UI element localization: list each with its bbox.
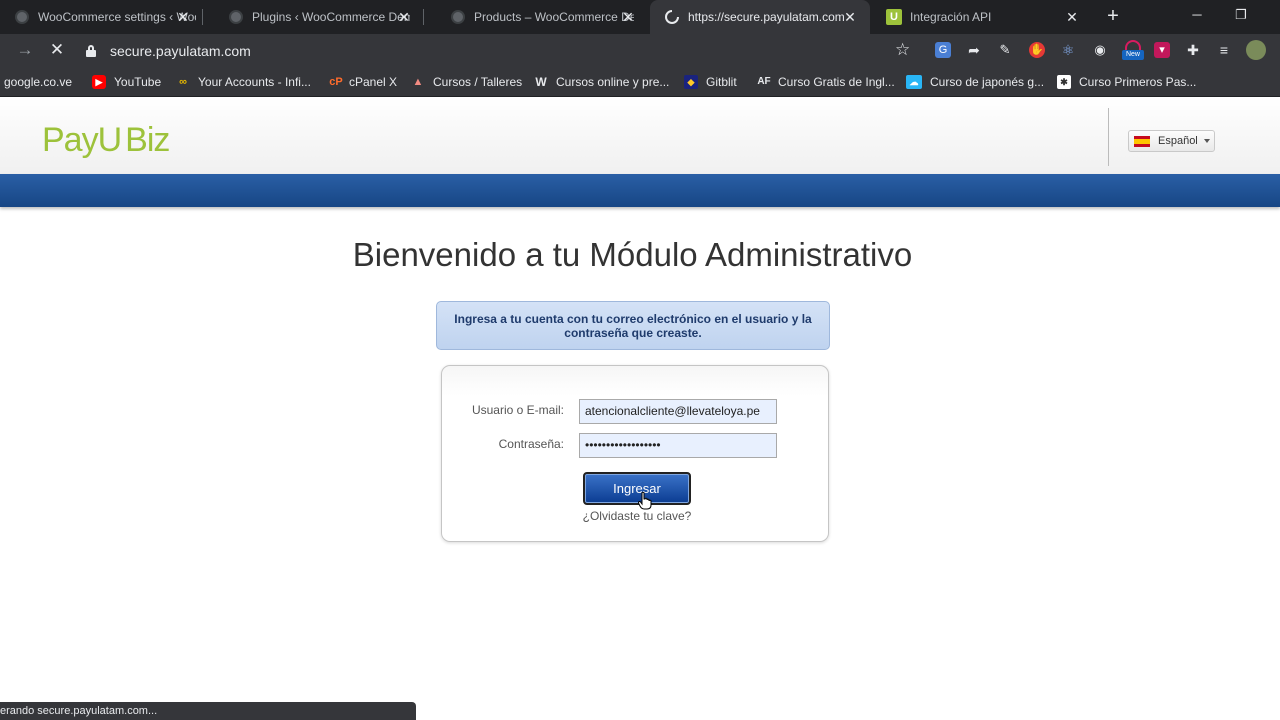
new-badge: New bbox=[1122, 50, 1144, 60]
bookmark-curso-japones[interactable]: ☁ Curso de japonés g... bbox=[906, 73, 1044, 91]
bookmarks-bar: google.co.ve ▶ YouTube ∞ Your Accounts -… bbox=[0, 67, 1280, 97]
hand-extension-icon[interactable]: ✋ bbox=[1029, 42, 1045, 58]
bookmark-label: Your Accounts - Infi... bbox=[198, 75, 311, 89]
puzzle-extensions-icon[interactable]: ✚ bbox=[1185, 42, 1201, 58]
gitblit-icon: ◆ bbox=[684, 75, 698, 89]
infinity-icon: ∞ bbox=[179, 76, 187, 88]
navigation-bar bbox=[0, 174, 1280, 207]
bookmark-label: cPanel X bbox=[349, 75, 398, 89]
info-message: Ingresa a tu cuenta con tu correo electr… bbox=[436, 301, 830, 350]
bookmark-label: YouTube bbox=[114, 75, 162, 89]
wordpress-icon bbox=[228, 9, 244, 25]
af-icon: AF bbox=[757, 76, 771, 87]
chevron-down-icon bbox=[1204, 139, 1210, 143]
bookmark-cpanel[interactable]: cP cPanel X bbox=[327, 73, 397, 91]
pen-extension-icon[interactable]: ✎ bbox=[997, 42, 1013, 58]
browser-tab-strip: WooCommerce settings ‹ Woo ✕ Plugins ‹ W… bbox=[0, 0, 1280, 34]
close-icon[interactable]: ✕ bbox=[175, 9, 191, 25]
header-divider bbox=[1108, 108, 1109, 166]
tab-title: Plugins ‹ WooCommerce Demo bbox=[252, 10, 410, 24]
wordpress-icon bbox=[450, 9, 466, 25]
address-bar[interactable]: secure.payulatam.com bbox=[86, 39, 926, 63]
bookmark-label: Gitblit bbox=[706, 75, 737, 89]
bookmark-label: Cursos / Talleres bbox=[433, 75, 523, 89]
bookmark-label: Curso de japonés g... bbox=[930, 75, 1045, 89]
cloud-icon: ☁ bbox=[906, 75, 922, 89]
stop-loading-icon[interactable]: ✕ bbox=[46, 39, 68, 61]
tab-title: WooCommerce settings ‹ Woo bbox=[38, 10, 196, 24]
tab-payulatam[interactable]: https://secure.payulatam.com ✕ bbox=[650, 0, 870, 34]
page-title: Bienvenido a tu Módulo Administrativo bbox=[352, 236, 913, 273]
payu-biz-logo[interactable]: PayU Biz bbox=[42, 110, 170, 160]
tab-title: https://secure.payulatam.com bbox=[688, 10, 845, 24]
bookmark-your-accounts[interactable]: ∞ Your Accounts - Infi... bbox=[176, 73, 311, 91]
bookmark-curso-primeros[interactable]: ✱ Curso Primeros Pas... bbox=[1057, 73, 1196, 91]
tab-products[interactable]: Products – WooCommerce Dem ✕ bbox=[436, 0, 648, 34]
password-field[interactable]: •••••••••••••••••• bbox=[579, 433, 777, 458]
close-icon[interactable]: ✕ bbox=[620, 9, 636, 25]
spain-flag-icon bbox=[1134, 135, 1150, 147]
tab-title: Products – WooCommerce Dem bbox=[474, 10, 634, 24]
restore-button[interactable]: ❐ bbox=[1226, 4, 1256, 26]
profile-avatar[interactable] bbox=[1246, 40, 1266, 60]
loading-spinner-icon bbox=[664, 9, 680, 25]
new-tab-button[interactable]: + bbox=[1102, 5, 1124, 27]
page-content: PayU Biz Español Bienvenido a tu Módulo … bbox=[0, 98, 1280, 720]
bookmark-cursos-talleres[interactable]: ▲ Cursos / Talleres bbox=[411, 73, 523, 91]
close-icon[interactable]: ✕ bbox=[1064, 9, 1080, 25]
reading-list-icon[interactable]: ≡ bbox=[1216, 42, 1232, 58]
minimize-button[interactable]: ─ bbox=[1182, 4, 1212, 26]
bookmark-label: Curso Primeros Pas... bbox=[1079, 75, 1197, 89]
bookmark-label: Curso Gratis de Ingl... bbox=[778, 75, 895, 89]
cpanel-icon: cP bbox=[329, 76, 343, 88]
login-button[interactable]: Ingresar bbox=[583, 472, 691, 505]
translate-extension-icon[interactable]: G bbox=[935, 42, 951, 58]
language-label: Español bbox=[1158, 135, 1198, 147]
new-badge-extension-icon[interactable]: New bbox=[1122, 40, 1144, 60]
bookmark-label: Cursos online y pre... bbox=[556, 75, 670, 89]
payu-favicon-icon: U bbox=[886, 9, 902, 25]
browser-toolbar: → ✕ secure.payulatam.com ☆ G ➦ ✎ ✋ ⚛ ◉ N… bbox=[0, 34, 1280, 67]
camera-extension-icon[interactable]: ◉ bbox=[1092, 42, 1108, 58]
bookmark-curso-ingles[interactable]: AF Curso Gratis de Ingl... bbox=[756, 73, 895, 91]
password-label: Contraseña: bbox=[498, 437, 564, 451]
status-bar: erando secure.payulatam.com... bbox=[0, 702, 416, 720]
gear-icon: ✱ bbox=[1057, 75, 1071, 89]
youtube-icon: ▶ bbox=[92, 75, 106, 89]
bookmark-star-icon[interactable]: ☆ bbox=[895, 40, 913, 60]
bookmark-cursos-online[interactable]: W Cursos online y pre... bbox=[534, 73, 669, 91]
user-label: Usuario o E-mail: bbox=[471, 403, 564, 417]
bookmark-gitblit[interactable]: ◆ Gitblit bbox=[684, 73, 737, 91]
address-text: secure.payulatam.com bbox=[110, 43, 251, 59]
site-header: PayU Biz Español bbox=[0, 98, 1280, 174]
login-form: Usuario o E-mail: atencionalcliente@llev… bbox=[441, 365, 829, 542]
forgot-password-link[interactable]: ¿Olvidaste tu clave? bbox=[442, 509, 830, 523]
react-extension-icon[interactable]: ⚛ bbox=[1060, 42, 1076, 58]
close-icon[interactable]: ✕ bbox=[842, 9, 858, 25]
logo-biz-text: Biz bbox=[125, 121, 170, 159]
pocket-extension-icon[interactable]: ▾ bbox=[1154, 42, 1170, 58]
hand-cursor-icon bbox=[638, 492, 652, 510]
tab-woocommerce-settings[interactable]: WooCommerce settings ‹ Woo ✕ bbox=[0, 0, 203, 34]
lock-icon bbox=[86, 45, 96, 57]
triangle-icon: ▲ bbox=[412, 76, 424, 88]
bookmark-youtube[interactable]: ▶ YouTube bbox=[92, 73, 161, 91]
language-select[interactable]: Español bbox=[1128, 130, 1215, 152]
bookmark-label: google.co.ve bbox=[4, 75, 73, 89]
email-field[interactable]: atencionalcliente@llevateloya.pe bbox=[579, 399, 777, 424]
logo-payu-text: PayU bbox=[42, 121, 122, 159]
tab-integracion-api[interactable]: U Integración API ✕ bbox=[872, 0, 1092, 34]
wordpress-icon bbox=[14, 9, 30, 25]
bookmark-google[interactable]: google.co.ve bbox=[4, 73, 72, 91]
tab-title: Integración API bbox=[910, 10, 992, 24]
close-icon[interactable]: ✕ bbox=[396, 9, 412, 25]
w-icon: W bbox=[535, 75, 547, 89]
forward-arrow-icon[interactable]: → bbox=[14, 39, 36, 61]
share-arrow-icon[interactable]: ➦ bbox=[966, 42, 982, 58]
tab-plugins[interactable]: Plugins ‹ WooCommerce Demo ✕ bbox=[214, 0, 424, 34]
